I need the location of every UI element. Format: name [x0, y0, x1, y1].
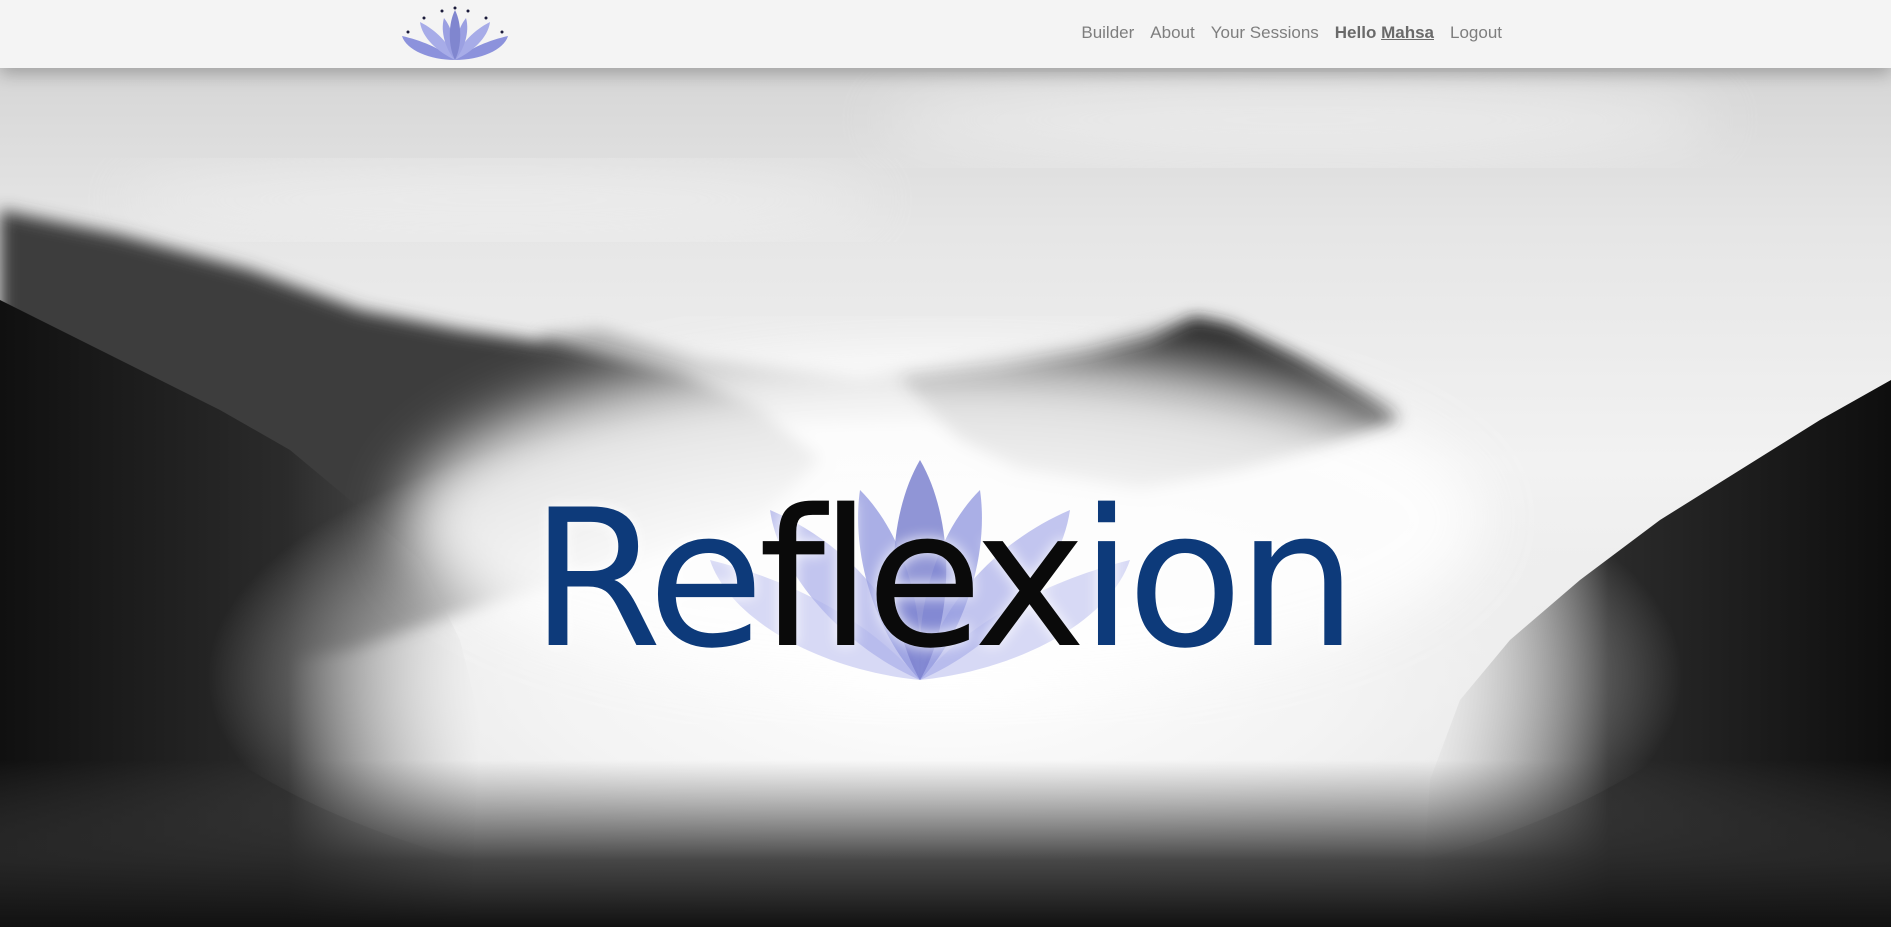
hero-title-part1: Re [530, 469, 764, 690]
nav-links: Builder About Your Sessions Hello Mahsa … [1081, 0, 1502, 66]
nav-builder-link[interactable]: Builder [1081, 23, 1134, 43]
hero-title: Reflexion [530, 485, 1360, 675]
greeting-prefix: Hello [1334, 23, 1377, 42]
top-navbar: Builder About Your Sessions Hello Mahsa … [0, 0, 1891, 68]
hero-logo: Reflexion [530, 450, 1360, 690]
hero-title-part2: flex [758, 469, 1086, 690]
lotus-icon[interactable] [400, 6, 510, 62]
user-greeting: Hello Mahsa [1335, 23, 1434, 43]
hero-title-part3: ion [1080, 469, 1357, 690]
user-profile-link[interactable]: Mahsa [1381, 23, 1434, 42]
nav-sessions-link[interactable]: Your Sessions [1211, 23, 1319, 43]
nav-logout-link[interactable]: Logout [1450, 23, 1502, 43]
nav-about-link[interactable]: About [1150, 23, 1194, 43]
